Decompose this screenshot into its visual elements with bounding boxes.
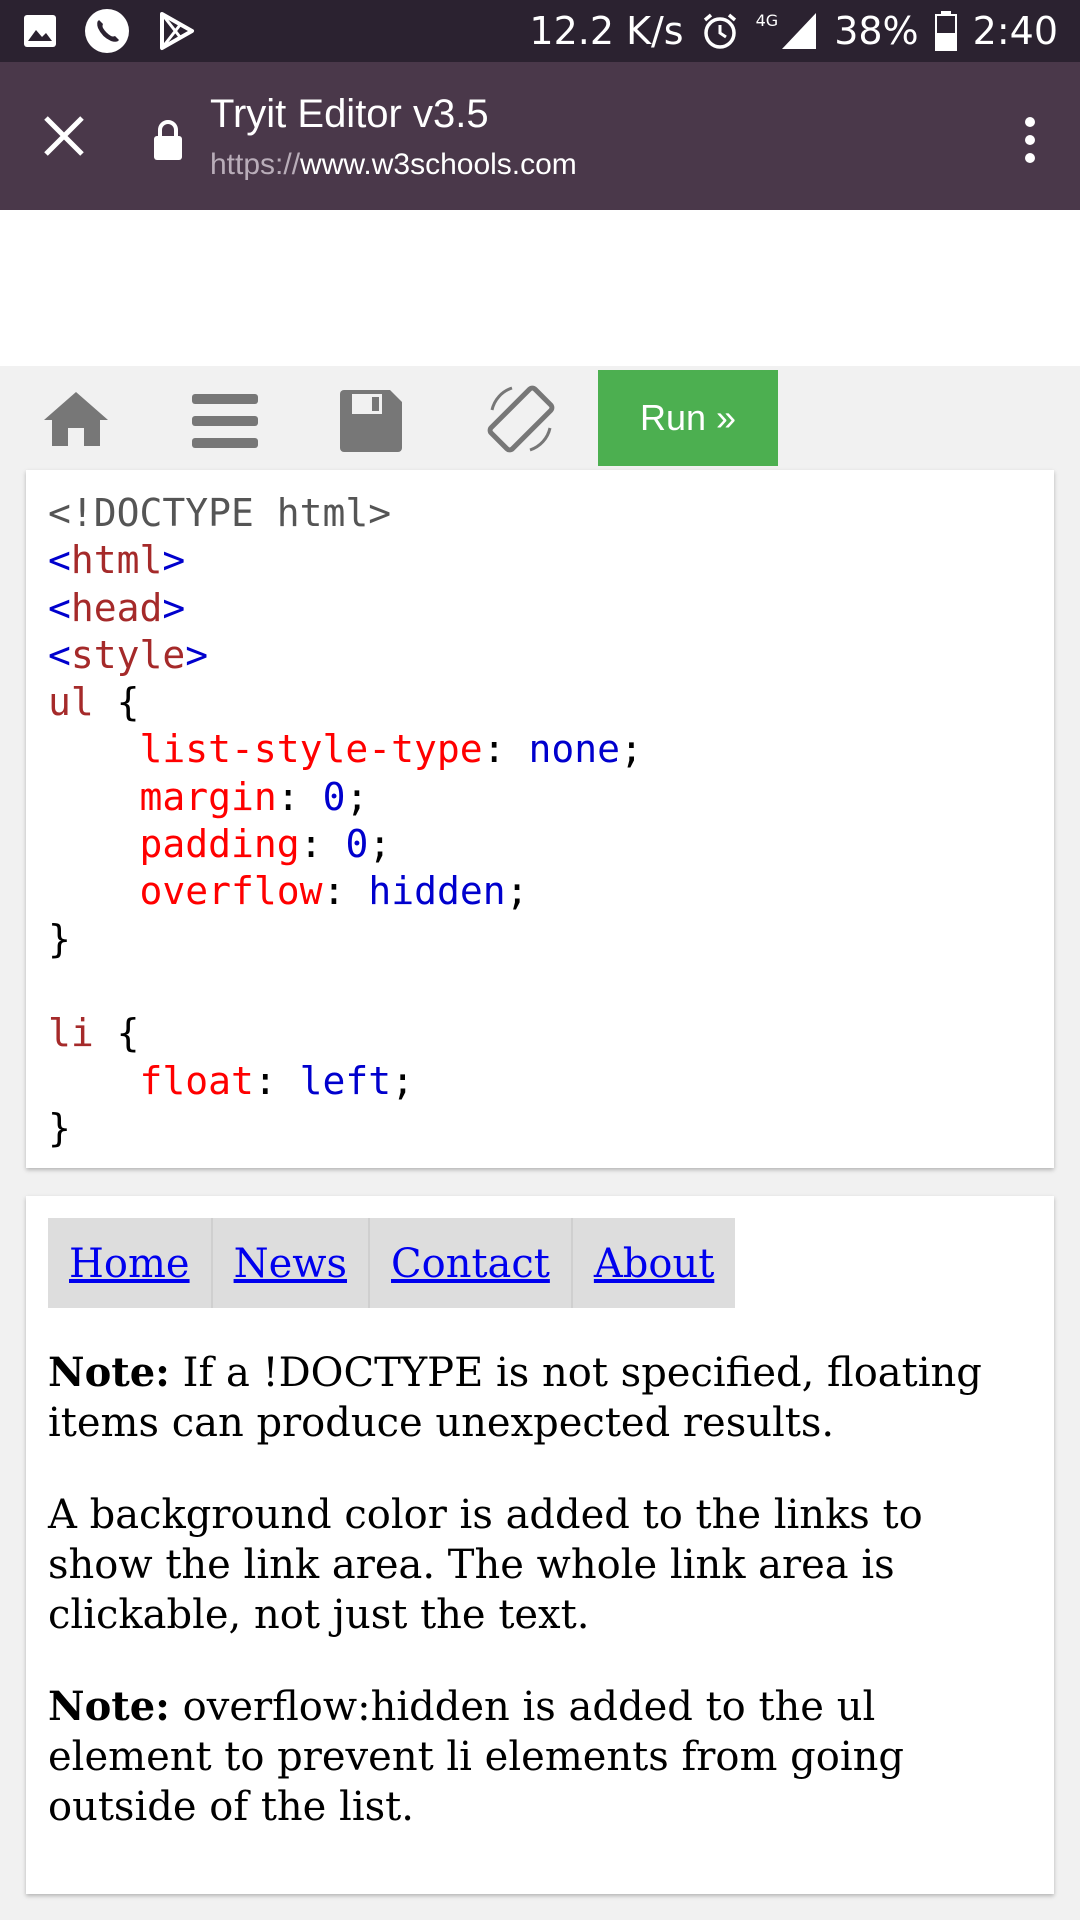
nav-item-about: About <box>572 1218 736 1308</box>
note-overflow: Note: overflow:hidden is added to the ul… <box>48 1682 1032 1832</box>
code-doctype: <!DOCTYPE html> <box>48 491 392 535</box>
code-li-rule: li { <box>48 1011 140 1056</box>
note-text: If a !DOCTYPE is not specified, floating… <box>48 1350 982 1446</box>
more-options-icon[interactable] <box>1010 114 1050 174</box>
note-label: Note: <box>48 1683 170 1730</box>
browser-toolbar: Tryit Editor v3.5 https://www.w3schools.… <box>0 62 1080 210</box>
code-prop: padding <box>139 822 300 867</box>
clock: 2:40 <box>972 9 1058 53</box>
code-close-brace: } <box>48 1105 71 1150</box>
code-value: left <box>299 1058 392 1103</box>
battery-percent: 38% <box>834 9 919 53</box>
url-protocol: https:// <box>210 148 301 181</box>
play-store-icon <box>160 12 194 50</box>
code-style-tag: <style> <box>48 632 209 677</box>
code-close-brace: } <box>48 916 71 961</box>
lock-icon <box>154 120 182 160</box>
code-value: 0 <box>322 774 346 819</box>
ad-space <box>0 210 1080 366</box>
nav-item-news: News <box>212 1218 371 1308</box>
network-type: 4G <box>755 11 779 30</box>
battery-icon <box>934 11 957 51</box>
url-host: www.w3schools.com <box>300 148 577 181</box>
note-label: Note: <box>48 1349 170 1396</box>
menu-icon[interactable] <box>192 394 258 448</box>
editor-toolbar: Run » <box>0 366 1080 468</box>
code-prop: overflow <box>139 869 323 914</box>
save-icon[interactable] <box>340 390 402 452</box>
code-prop: float <box>139 1058 254 1103</box>
close-icon[interactable] <box>38 110 90 162</box>
nav-link-about[interactable]: About <box>573 1218 735 1308</box>
nav-item-home: Home <box>48 1218 213 1308</box>
result-preview: Home News Contact About Note: If a !DOCT… <box>26 1196 1054 1894</box>
background-note: A background color is added to the links… <box>48 1492 923 1638</box>
nav-link-contact[interactable]: Contact <box>370 1218 571 1308</box>
home-icon[interactable] <box>42 390 110 448</box>
code-value: hidden <box>368 869 506 914</box>
code-html-tag: <html> <box>48 538 186 583</box>
code-value: 0 <box>345 822 369 867</box>
run-button[interactable]: Run » <box>598 370 778 466</box>
url-bar[interactable]: https://www.w3schools.com <box>210 148 577 182</box>
nav-list: Home News Contact About <box>48 1218 1032 1308</box>
code-ul-rule: ul { <box>48 680 140 725</box>
nav-link-home[interactable]: Home <box>48 1218 211 1308</box>
nav-link-news[interactable]: News <box>213 1218 368 1308</box>
code-prop: list-style-type <box>139 727 483 772</box>
gallery-notification-icon <box>24 15 56 47</box>
code-prop: margin <box>139 774 277 819</box>
status-bar: 12.2 K/s 4G 38% 2:40 <box>0 0 1080 62</box>
code-editor[interactable]: <!DOCTYPE html> <html> <head> <style> ul… <box>26 470 1054 1168</box>
phone-call-icon <box>85 9 129 53</box>
nav-item-contact: Contact <box>370 1218 573 1308</box>
signal-icon <box>782 13 817 49</box>
note-doctype: Note: If a !DOCTYPE is not specified, fl… <box>48 1348 1032 1448</box>
rotate-screen-icon[interactable] <box>482 380 560 458</box>
note-text: overflow:hidden is added to the ul eleme… <box>48 1684 904 1830</box>
network-speed: 12.2 K/s <box>529 9 684 53</box>
page-title: Tryit Editor v3.5 <box>210 92 489 136</box>
alarm-icon <box>703 13 736 49</box>
code-value: none <box>528 727 620 772</box>
code-head-tag: <head> <box>48 585 186 630</box>
